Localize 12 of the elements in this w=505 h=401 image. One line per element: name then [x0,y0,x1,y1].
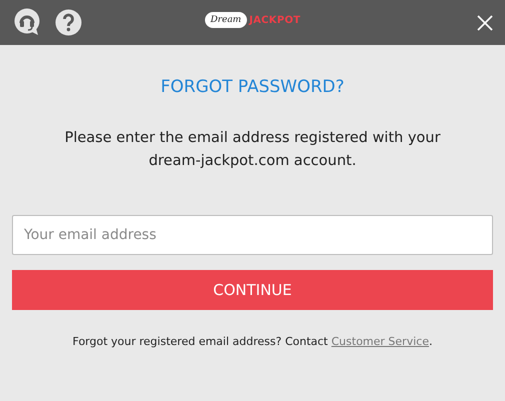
continue-button[interactable]: CONTINUE [12,270,493,310]
close-button[interactable] [477,14,493,30]
support-icon[interactable] [14,8,41,37]
dialog-title: FORGOT PASSWORD? [160,76,346,99]
close-icon [477,14,493,30]
customer-service-link[interactable]: Customer Service [331,335,429,348]
help-text: Forgot your registered email address? Contact Customer Service. [72,335,434,348]
logo-script-text: Dream [204,12,248,28]
logo-text: JACKPOT [249,14,301,26]
instructions-text: Please enter the email address registered with your dream-jackpot.com account. [64,129,442,171]
help-icon[interactable] [55,9,82,36]
email-field[interactable]: Your email address [12,215,493,255]
